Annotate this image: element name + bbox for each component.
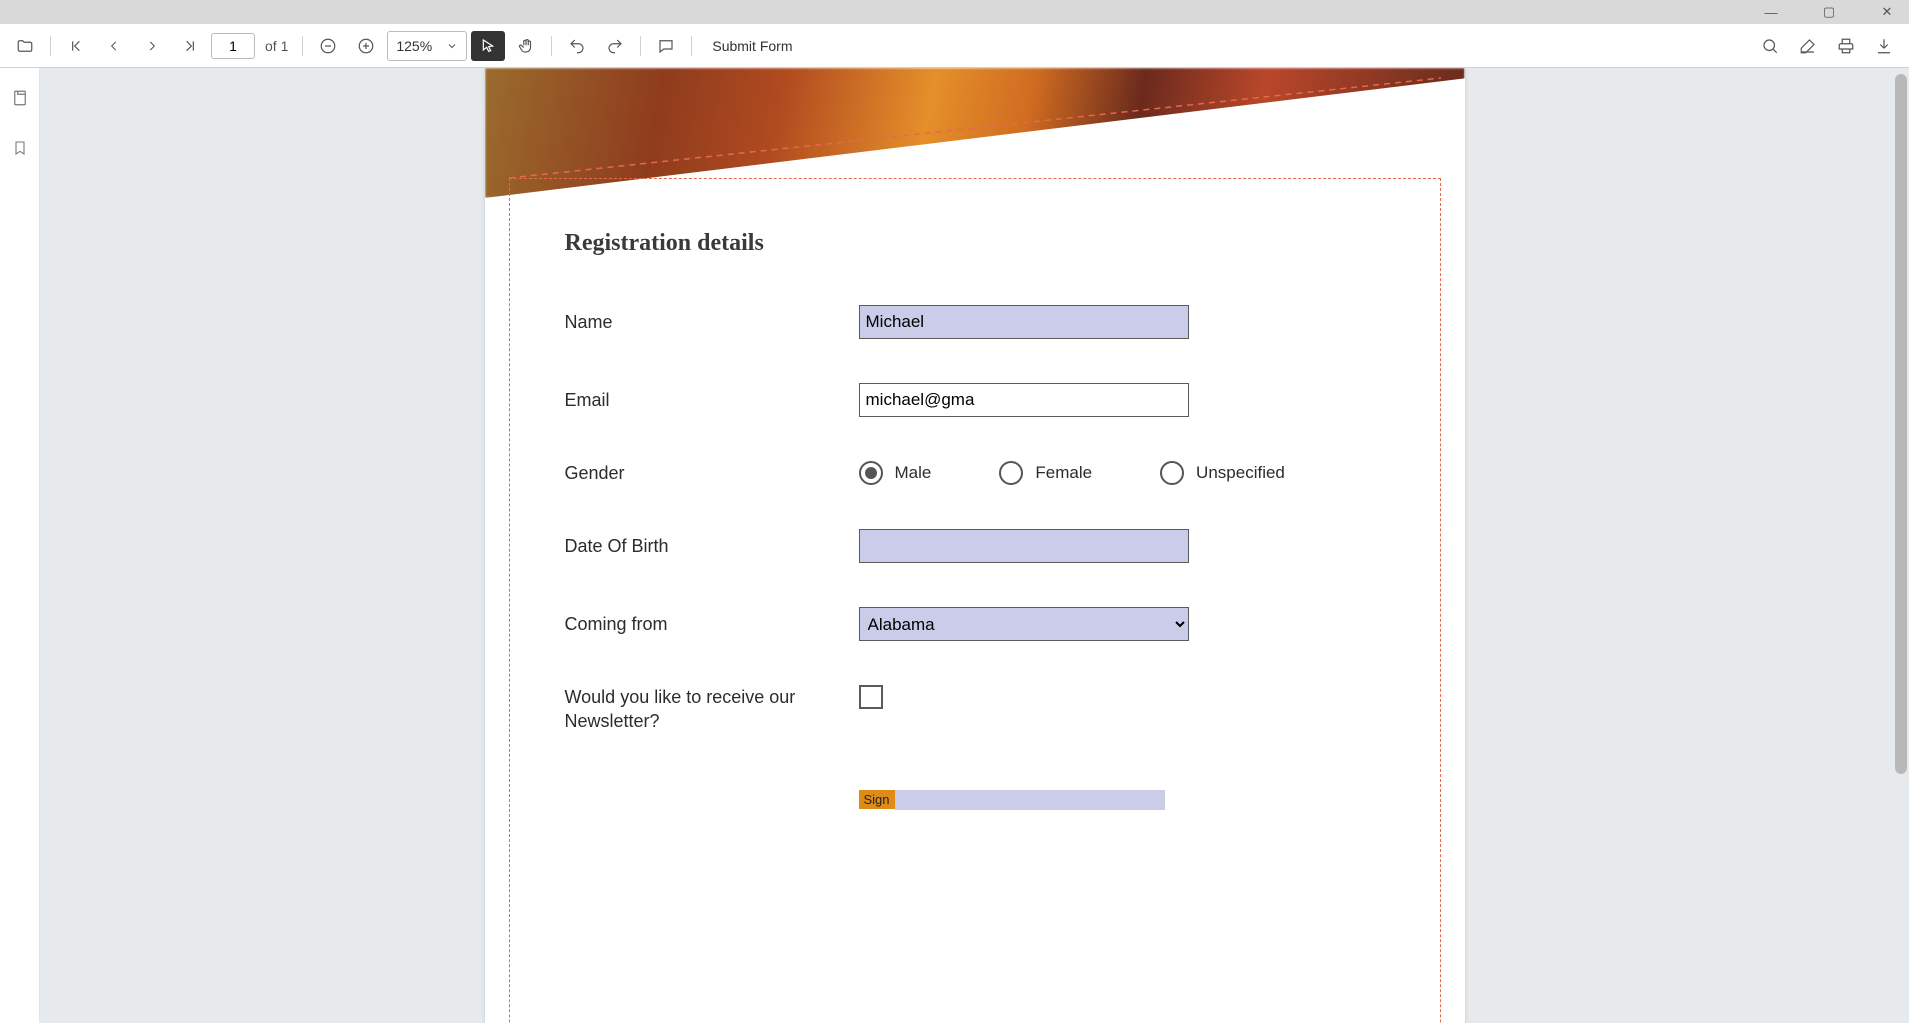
row-name: Name (565, 305, 1405, 339)
coming-from-select[interactable]: Alabama (859, 607, 1189, 641)
left-rail (0, 68, 40, 1023)
newsletter-checkbox[interactable] (859, 685, 883, 709)
row-email: Email (565, 383, 1405, 417)
undo-button[interactable] (560, 31, 594, 61)
zoom-level-select[interactable]: 125% (387, 31, 467, 61)
radio-icon (859, 461, 883, 485)
row-sign: Sign (859, 790, 1405, 810)
radio-unspecified-label: Unspecified (1196, 463, 1285, 483)
submit-form-button[interactable]: Submit Form (712, 38, 792, 54)
search-button[interactable] (1753, 31, 1787, 61)
signature-field[interactable] (895, 790, 1165, 810)
separator (551, 36, 552, 56)
first-page-button[interactable] (59, 31, 93, 61)
page-total-label: of 1 (265, 38, 288, 54)
window-titlebar: — ▢ ✕ (0, 0, 1909, 24)
separator (691, 36, 692, 56)
separator (640, 36, 641, 56)
row-dob: Date Of Birth (565, 529, 1405, 563)
separator (50, 36, 51, 56)
radio-icon (999, 461, 1023, 485)
radio-icon (1160, 461, 1184, 485)
window-close-button[interactable]: ✕ (1867, 0, 1907, 24)
radio-male[interactable]: Male (859, 461, 932, 485)
radio-male-label: Male (895, 463, 932, 483)
zoom-level-value: 125% (396, 38, 432, 54)
sign-button[interactable]: Sign (859, 790, 895, 809)
bookmarks-panel-button[interactable] (8, 136, 32, 160)
form-content: Registration details Name Email Gender (565, 198, 1405, 810)
open-file-button[interactable] (8, 31, 42, 61)
label-email: Email (565, 390, 859, 411)
window-maximize-button[interactable]: ▢ (1809, 0, 1849, 24)
dob-input[interactable] (859, 529, 1189, 563)
pan-tool-button[interactable] (509, 31, 543, 61)
download-button[interactable] (1867, 31, 1901, 61)
prev-page-button[interactable] (97, 31, 131, 61)
redo-button[interactable] (598, 31, 632, 61)
row-gender: Gender Male Female Unspecified (565, 461, 1405, 485)
last-page-button[interactable] (173, 31, 207, 61)
label-dob: Date Of Birth (565, 536, 859, 557)
comment-tool-button[interactable] (649, 31, 683, 61)
document-viewport[interactable]: Registration details Name Email Gender (40, 68, 1909, 1023)
email-input[interactable] (859, 383, 1189, 417)
label-newsletter: Would you like to receive our Newsletter… (565, 685, 859, 734)
print-button[interactable] (1829, 31, 1863, 61)
main-area: Registration details Name Email Gender (0, 68, 1909, 1023)
zoom-in-button[interactable] (349, 31, 383, 61)
radio-unspecified[interactable]: Unspecified (1160, 461, 1285, 485)
select-tool-button[interactable] (471, 31, 505, 61)
separator (302, 36, 303, 56)
thumbnails-panel-button[interactable] (8, 86, 32, 110)
radio-female-label: Female (1035, 463, 1092, 483)
scrollbar-thumb[interactable] (1895, 74, 1907, 774)
row-newsletter: Would you like to receive our Newsletter… (565, 685, 1405, 734)
pdf-page: Registration details Name Email Gender (485, 68, 1465, 1023)
row-coming-from: Coming from Alabama (565, 607, 1405, 641)
chevron-down-icon (446, 40, 458, 52)
label-coming-from: Coming from (565, 614, 859, 635)
radio-female[interactable]: Female (999, 461, 1092, 485)
next-page-button[interactable] (135, 31, 169, 61)
form-title: Registration details (565, 230, 1405, 257)
page-number-input[interactable] (211, 33, 255, 59)
zoom-out-button[interactable] (311, 31, 345, 61)
toolbar: of 1 125% Submit Form (0, 24, 1909, 68)
window-minimize-button[interactable]: — (1751, 0, 1791, 24)
vertical-scrollbar[interactable] (1893, 68, 1907, 1023)
name-input[interactable] (859, 305, 1189, 339)
edit-button[interactable] (1791, 31, 1825, 61)
label-gender: Gender (565, 463, 859, 484)
label-name: Name (565, 312, 859, 333)
